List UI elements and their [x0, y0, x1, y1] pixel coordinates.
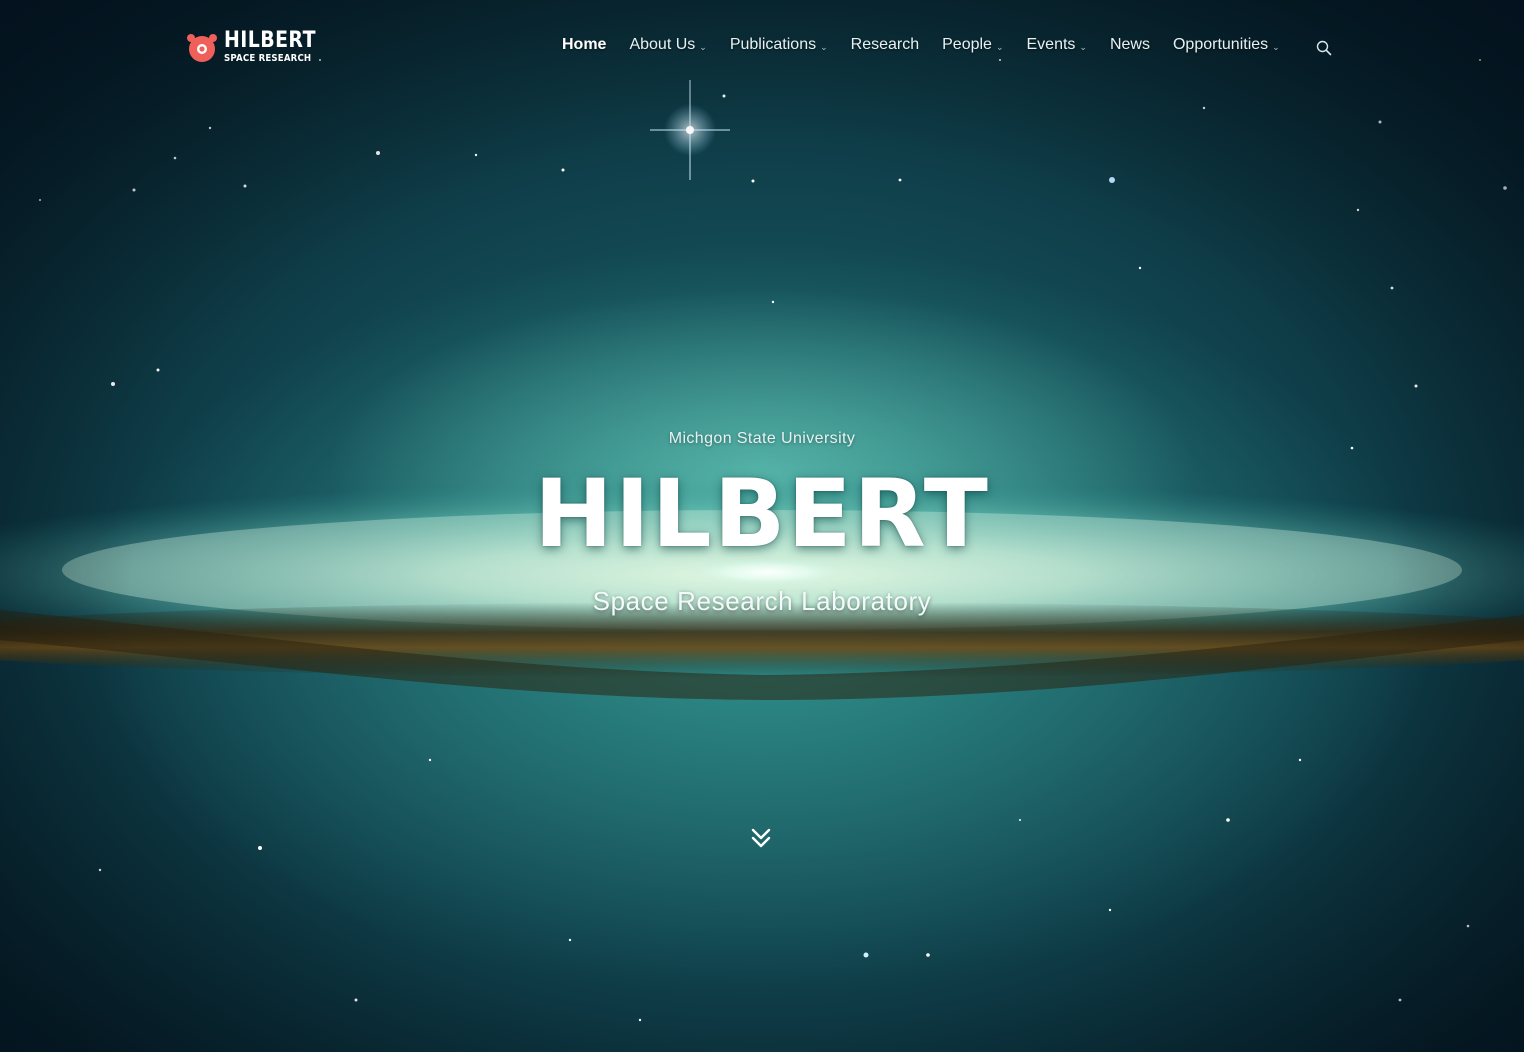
double-chevron-down-icon[interactable] — [750, 826, 772, 850]
chevron-down-icon: ⌄ — [995, 41, 1004, 52]
chevron-down-icon: ⌄ — [1272, 41, 1280, 52]
site-logo[interactable]: HILBERT SPACE RESEARCH — [186, 30, 331, 64]
nav-item-home[interactable]: Home — [562, 36, 606, 54]
chevron-down-icon: ⌄ — [820, 41, 828, 52]
nav-item-label: About Us — [629, 36, 696, 53]
hero-title: HILBERT — [534, 460, 990, 569]
nav-item-label: Research — [850, 36, 920, 53]
nav-item-label: People — [942, 36, 992, 53]
hero-subtitle: Space Research Laboratory — [592, 586, 932, 616]
nav-item-events[interactable]: Events ⌄ — [1027, 36, 1087, 54]
nav-item-label: Publications — [729, 36, 817, 53]
nav-item-label: Home — [562, 36, 607, 53]
nav-item-news[interactable]: News — [1110, 36, 1150, 54]
logo-subtitle: SPACE RESEARCH — [224, 53, 312, 64]
nav-item-label: Events — [1026, 36, 1076, 53]
nav-item-publications[interactable]: Publications ⌄ — [730, 36, 828, 54]
hero-eyebrow: Michgon State University — [668, 430, 856, 447]
chevron-down-icon: ⌄ — [699, 41, 707, 52]
chevron-down-icon: ⌄ — [1079, 41, 1087, 52]
nav-item-about-us[interactable]: About Us ⌄ — [629, 36, 706, 54]
nav-item-label: News — [1109, 36, 1150, 53]
bear-face-icon — [187, 34, 217, 62]
logo-title: HILBERT — [224, 28, 316, 53]
nav-item-opportunities[interactable]: Opportunities ⌄ — [1173, 36, 1280, 54]
nav-item-research[interactable]: Research — [851, 36, 919, 54]
nav-item-label: Opportunities — [1172, 36, 1269, 53]
top-navbar: HILBERT SPACE RESEARCH Home About Us ⌄ P… — [0, 0, 1524, 96]
main-nav: Home About Us ⌄ Publications ⌄ Research … — [562, 36, 1303, 54]
hero-section: HILBERT SPACE RESEARCH Home About Us ⌄ P… — [0, 0, 1524, 1052]
search-icon[interactable] — [1315, 39, 1333, 57]
nav-item-people[interactable]: People ⌄ — [942, 36, 1003, 54]
